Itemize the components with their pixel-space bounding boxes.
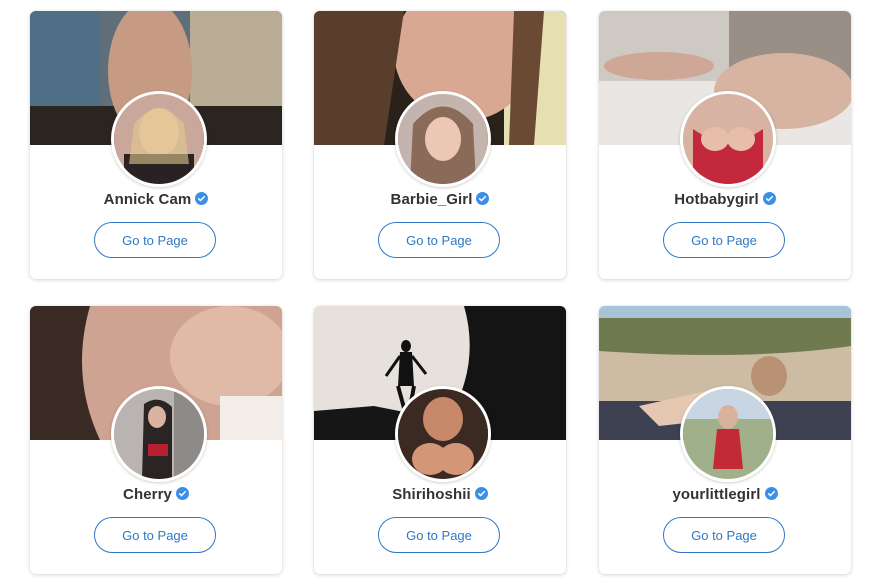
creator-name-row: Hotbabygirl (599, 191, 851, 208)
verified-badge-icon (762, 192, 776, 205)
avatar[interactable] (111, 386, 207, 482)
go-to-page-button[interactable]: Go to Page (94, 222, 216, 258)
creator-name: Shirihoshii (392, 486, 471, 503)
creator-name: Cherry (123, 486, 172, 503)
go-to-page-button[interactable]: Go to Page (378, 222, 500, 258)
creator-name-row: yourlittlegirl (599, 486, 851, 503)
go-to-page-button[interactable]: Go to Page (663, 222, 785, 258)
avatar[interactable] (680, 386, 776, 482)
creator-card: yourlittlegirl Go to Page (599, 306, 851, 574)
creator-name: Annick Cam (103, 191, 192, 208)
avatar[interactable] (395, 386, 491, 482)
creator-name-row: Annick Cam (30, 191, 282, 208)
go-to-page-button[interactable]: Go to Page (94, 517, 216, 553)
creator-name: Hotbabygirl (674, 191, 759, 208)
creator-name: Barbie_Girl (390, 191, 473, 208)
creator-card: Annick Cam Go to Page (30, 11, 282, 279)
creator-card: Cherry Go to Page (30, 306, 282, 574)
creator-card: Barbie_Girl Go to Page (314, 11, 566, 279)
verified-badge-icon (474, 487, 488, 500)
creator-name-row: Cherry (30, 486, 282, 503)
creator-name-row: Barbie_Girl (314, 191, 566, 208)
creator-card: Hotbabygirl Go to Page (599, 11, 851, 279)
verified-badge-icon (764, 487, 778, 500)
creator-grid: Annick Cam Go to Page Barbie_Girl Go to … (0, 0, 888, 588)
creator-name: yourlittlegirl (672, 486, 761, 503)
avatar[interactable] (395, 91, 491, 187)
avatar[interactable] (111, 91, 207, 187)
verified-badge-icon (195, 192, 209, 205)
go-to-page-button[interactable]: Go to Page (663, 517, 785, 553)
creator-card: Shirihoshii Go to Page (314, 306, 566, 574)
creator-name-row: Shirihoshii (314, 486, 566, 503)
verified-badge-icon (175, 487, 189, 500)
verified-badge-icon (476, 192, 490, 205)
go-to-page-button[interactable]: Go to Page (378, 517, 500, 553)
avatar[interactable] (680, 91, 776, 187)
